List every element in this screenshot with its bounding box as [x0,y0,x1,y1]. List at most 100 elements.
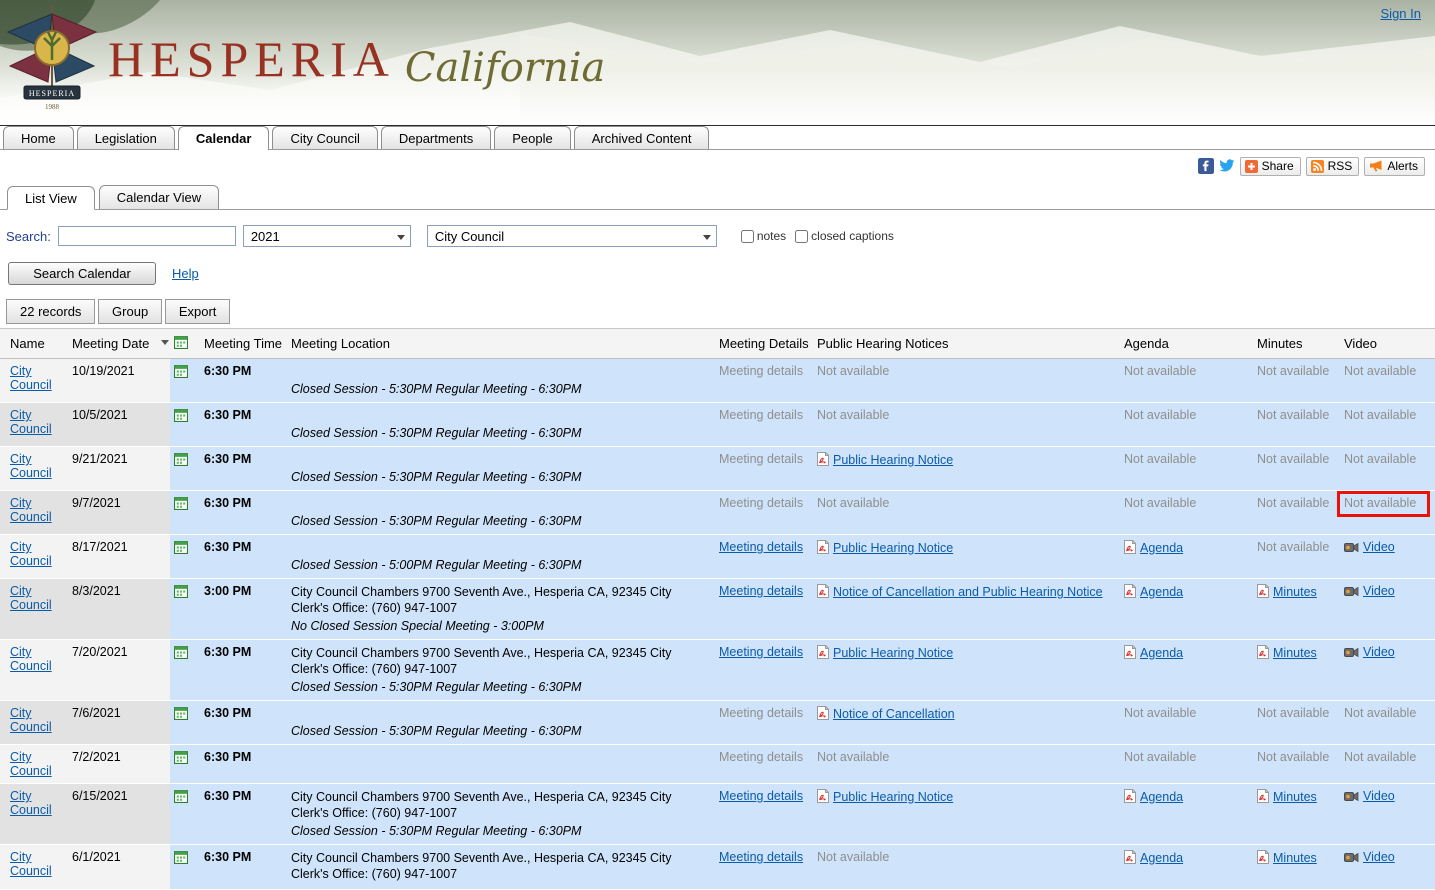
alerts-button[interactable]: Alerts [1364,157,1425,176]
meeting-details-link[interactable]: Meeting details [719,645,803,659]
hearing-not-available: Not available [817,364,889,378]
nav-tab-calendar[interactable]: Calendar [178,126,270,150]
agenda-link[interactable]: Agenda [1140,646,1183,660]
pdf-icon [1124,645,1136,662]
export-calendar-icon[interactable] [174,645,188,662]
meeting-name-link[interactable]: City Council [10,408,52,436]
nav-tab-legislation[interactable]: Legislation [77,126,175,149]
col-header-minutes[interactable]: Minutes [1253,329,1340,359]
nav-tab-departments[interactable]: Departments [381,126,491,149]
meeting-details-disabled: Meeting details [719,364,803,378]
sort-desc-icon [161,340,169,349]
export-calendar-icon[interactable] [174,789,188,806]
col-header-name[interactable]: Name [0,329,68,359]
agenda-not-available: Not available [1124,750,1196,764]
primary-nav: Home Legislation Calendar City Council D… [0,125,1435,150]
col-header-meeting-details[interactable]: Meeting Details [715,329,813,359]
tab-list-view[interactable]: List View [7,186,95,210]
nav-tab-home[interactable]: Home [3,126,74,149]
minutes-link[interactable]: Minutes [1273,646,1317,660]
meeting-details-link[interactable]: Meeting details [719,850,803,864]
sign-in-link[interactable]: Sign In [1381,6,1421,21]
meeting-name-link[interactable]: City Council [10,850,52,878]
meeting-details-link[interactable]: Meeting details [719,789,803,803]
col-header-video[interactable]: Video [1340,329,1435,359]
search-calendar-button[interactable]: Search Calendar [8,262,156,285]
col-header-public-hearing-notices[interactable]: Public Hearing Notices [813,329,1120,359]
agenda-link[interactable]: Agenda [1140,541,1183,555]
minutes-link[interactable]: Minutes [1273,790,1317,804]
notes-checkbox[interactable] [741,230,754,243]
search-input[interactable] [58,226,236,246]
export-calendar-icon[interactable] [174,750,188,767]
table-row: City Council 7/6/2021 6:30 PM Closed Ses… [0,701,1435,745]
minutes-link[interactable]: Minutes [1273,585,1317,599]
meeting-name-link[interactable]: City Council [10,750,52,778]
video-link[interactable]: Video [1363,645,1395,659]
agenda-link[interactable]: Agenda [1140,851,1183,865]
meeting-name-link[interactable]: City Council [10,452,52,480]
nav-tab-archived-content[interactable]: Archived Content [574,126,710,149]
nav-tab-people[interactable]: People [494,126,570,149]
minutes-not-available: Not available [1257,496,1329,510]
meeting-date: 8/3/2021 [72,584,121,598]
col-header-meeting-date[interactable]: Meeting Date [68,329,170,359]
body-dropdown[interactable]: City Council [427,225,717,247]
pdf-icon [1124,540,1136,557]
share-button[interactable]: Share [1240,157,1301,176]
minutes-link[interactable]: Minutes [1273,851,1317,865]
public-hearing-notice-link[interactable]: Public Hearing Notice [833,453,953,467]
public-hearing-notice-link[interactable]: Notice of Cancellation and Public Hearin… [833,585,1103,599]
meeting-name-link[interactable]: City Council [10,645,52,673]
closed-captions-checkbox[interactable] [795,230,808,243]
meeting-location [291,540,711,555]
export-calendar-icon[interactable] [174,850,188,867]
year-dropdown-value: 2021 [251,229,280,244]
twitter-icon[interactable] [1219,158,1235,174]
meeting-name-link[interactable]: City Council [10,364,52,392]
video-link[interactable]: Video [1363,850,1395,864]
public-hearing-notice-link[interactable]: Public Hearing Notice [833,646,953,660]
group-button[interactable]: Group [98,299,162,324]
nav-tab-city-council[interactable]: City Council [272,126,377,149]
year-dropdown[interactable]: 2021 [243,225,411,247]
public-hearing-notice-link[interactable]: Notice of Cancellation [833,707,955,721]
export-calendar-icon[interactable] [174,584,188,601]
export-calendar-icon[interactable] [174,706,188,723]
export-calendar-icon[interactable] [174,496,188,513]
export-calendar-icon[interactable] [174,364,188,381]
export-button[interactable]: Export [165,299,231,324]
hearing-not-available: Not available [817,750,889,764]
table-header-row: Name Meeting Date Meeting Time Meeting L… [0,329,1435,359]
nav-tab-label: City Council [290,131,359,146]
public-hearing-notice-link[interactable]: Public Hearing Notice [833,541,953,555]
meeting-details-disabled: Meeting details [719,706,803,720]
export-calendar-icon[interactable] [174,452,188,469]
meeting-details-disabled: Meeting details [719,408,803,422]
col-header-agenda[interactable]: Agenda [1120,329,1253,359]
video-link[interactable]: Video [1363,584,1395,598]
rss-button[interactable]: RSS [1306,157,1360,176]
facebook-icon[interactable] [1198,158,1214,174]
col-header-meeting-time[interactable]: Meeting Time [200,329,287,359]
meeting-name-link[interactable]: City Council [10,540,52,568]
agenda-link[interactable]: Agenda [1140,790,1183,804]
agenda-link[interactable]: Agenda [1140,585,1183,599]
meeting-name-link[interactable]: City Council [10,706,52,734]
video-link[interactable]: Video [1363,540,1395,554]
table-row: City Council 8/17/2021 6:30 PM Closed Se… [0,535,1435,579]
export-calendar-icon[interactable] [174,540,188,557]
meeting-name-link[interactable]: City Council [10,789,52,817]
meeting-details-link[interactable]: Meeting details [719,540,803,554]
meeting-name-link[interactable]: City Council [10,496,52,524]
meeting-name-link[interactable]: City Council [10,584,52,612]
col-header-meeting-location[interactable]: Meeting Location [287,329,715,359]
help-link[interactable]: Help [172,266,199,281]
video-link[interactable]: Video [1363,789,1395,803]
city-seal: HESPERIA 1988 [4,4,100,116]
tab-calendar-view[interactable]: Calendar View [99,185,219,209]
meeting-time: 6:30 PM [200,640,287,701]
export-calendar-icon[interactable] [174,408,188,425]
public-hearing-notice-link[interactable]: Public Hearing Notice [833,790,953,804]
meeting-details-link[interactable]: Meeting details [719,584,803,598]
